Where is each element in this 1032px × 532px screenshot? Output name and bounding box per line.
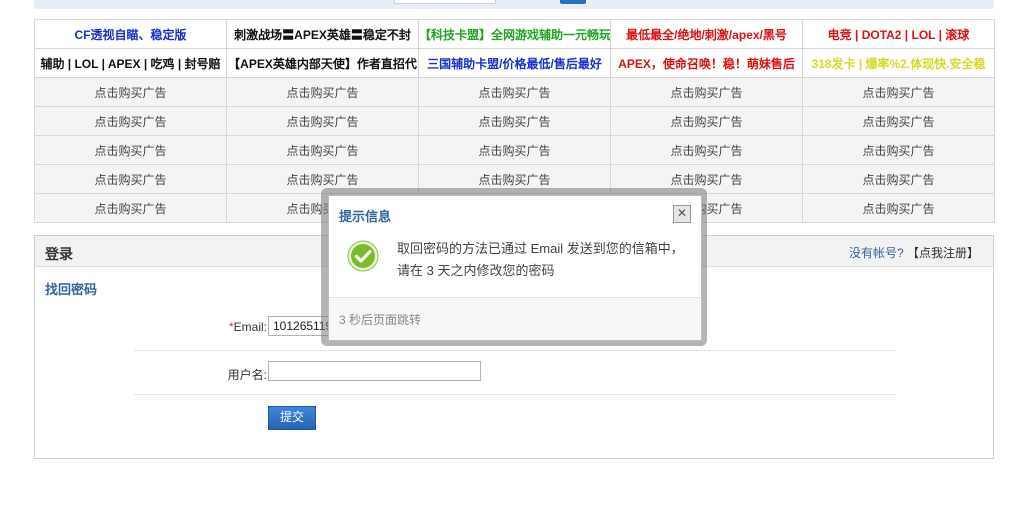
register-area: 没有帐号? 【点我注册】 xyxy=(849,244,979,261)
ad-link[interactable]: APEX，使命召唤！稳！萌妹售后 xyxy=(610,48,803,78)
buy-ad-link[interactable]: 点击购买广告 xyxy=(802,193,995,223)
ad-text-row: 辅助 | LOL | APEX | 吃鸡 | 封号赔 【APEX英雄内部天使】作者… xyxy=(34,48,995,78)
search-input[interactable] xyxy=(394,0,496,4)
notice-dialog: 提示信息 ✕ 取回密码的方法已通过 Email 发送到您的信箱中，请在 3 天之… xyxy=(328,195,702,341)
buy-ad-link[interactable]: 点击购买广告 xyxy=(610,135,803,165)
username-label: 用户名: xyxy=(227,368,267,382)
ad-text-row: CF透视自瞄、稳定版 刺激战场〓APEX英雄〓稳定不封 【科技卡盟】全网游戏辅助一元… xyxy=(34,19,995,49)
ad-link[interactable]: 最低最全/绝地/刺激/apex/黑号 xyxy=(610,19,803,49)
ad-link[interactable]: 318发卡 | 爆率%2.体现快.安全稳 xyxy=(802,48,995,78)
close-icon[interactable]: ✕ xyxy=(673,205,691,223)
username-field[interactable] xyxy=(268,361,481,381)
ad-link[interactable]: 刺激战场〓APEX英雄〓稳定不封 xyxy=(226,19,419,49)
username-row: 用户名: xyxy=(135,350,895,395)
buy-ad-link[interactable]: 点击购买广告 xyxy=(34,193,227,223)
buy-ad-link[interactable]: 点击购买广告 xyxy=(34,135,227,165)
dialog-message: 取回密码的方法已通过 Email 发送到您的信箱中，请在 3 天之内修改您的密码 xyxy=(397,241,684,278)
buy-ad-link[interactable]: 点击购买广告 xyxy=(226,106,419,136)
buy-ad-link[interactable]: 点击购买广告 xyxy=(34,77,227,107)
ad-link[interactable]: 【科技卡盟】全网游戏辅助一元畅玩 xyxy=(418,19,611,49)
ad-buy-row: 点击购买广告点击购买广告点击购买广告点击购买广告点击购买广告 xyxy=(34,106,995,136)
buy-ad-link[interactable]: 点击购买广告 xyxy=(802,106,995,136)
buy-ad-link[interactable]: 点击购买广告 xyxy=(418,135,611,165)
buy-ad-link[interactable]: 点击购买广告 xyxy=(610,77,803,107)
buy-ad-link[interactable]: 点击购买广告 xyxy=(226,77,419,107)
ad-link[interactable]: CF透视自瞄、稳定版 xyxy=(34,19,227,49)
buy-ad-link[interactable]: 点击购买广告 xyxy=(34,106,227,136)
register-link[interactable]: 【点我注册】 xyxy=(907,246,979,260)
buy-ad-link[interactable]: 点击购买广告 xyxy=(610,106,803,136)
submit-button[interactable]: 提交 xyxy=(268,406,316,430)
redirect-countdown: 3 秒后页面跳转 xyxy=(339,313,422,327)
top-search-strip xyxy=(34,0,994,9)
dialog-title: 提示信息 xyxy=(339,209,392,224)
ad-buy-row: 点击购买广告点击购买广告点击购买广告点击购买广告点击购买广告 xyxy=(34,77,995,107)
no-account-text: 没有帐号? xyxy=(848,246,904,260)
search-button[interactable] xyxy=(560,0,586,4)
email-label: *Email: xyxy=(229,320,267,334)
ad-link[interactable]: 【APEX英雄内部天使】作者直招代 xyxy=(226,48,419,78)
buy-ad-link[interactable]: 点击购买广告 xyxy=(418,106,611,136)
email-label-text: Email: xyxy=(233,320,267,334)
find-password-title: 找回密码 xyxy=(45,282,98,297)
buy-ad-link[interactable]: 点击购买广告 xyxy=(34,164,227,194)
buy-ad-link[interactable]: 点击购买广告 xyxy=(802,164,995,194)
ad-link[interactable]: 电竞 | DOTA2 | LOL | 滚球 xyxy=(802,19,995,49)
ad-buy-row: 点击购买广告点击购买广告点击购买广告点击购买广告点击购买广告 xyxy=(34,135,995,165)
check-circle-icon xyxy=(347,240,379,272)
ad-link[interactable]: 三国辅助卡盟/价格最低/售后最好 xyxy=(418,48,611,78)
buy-ad-link[interactable]: 点击购买广告 xyxy=(802,135,995,165)
panel-title: 登录 xyxy=(45,246,73,262)
ad-link[interactable]: 辅助 | LOL | APEX | 吃鸡 | 封号赔 xyxy=(34,48,227,78)
dialog-footer: 3 秒后页面跳转 xyxy=(329,297,701,340)
buy-ad-link[interactable]: 点击购买广告 xyxy=(418,77,611,107)
buy-ad-link[interactable]: 点击购买广告 xyxy=(802,77,995,107)
buy-ad-link[interactable]: 点击购买广告 xyxy=(226,135,419,165)
